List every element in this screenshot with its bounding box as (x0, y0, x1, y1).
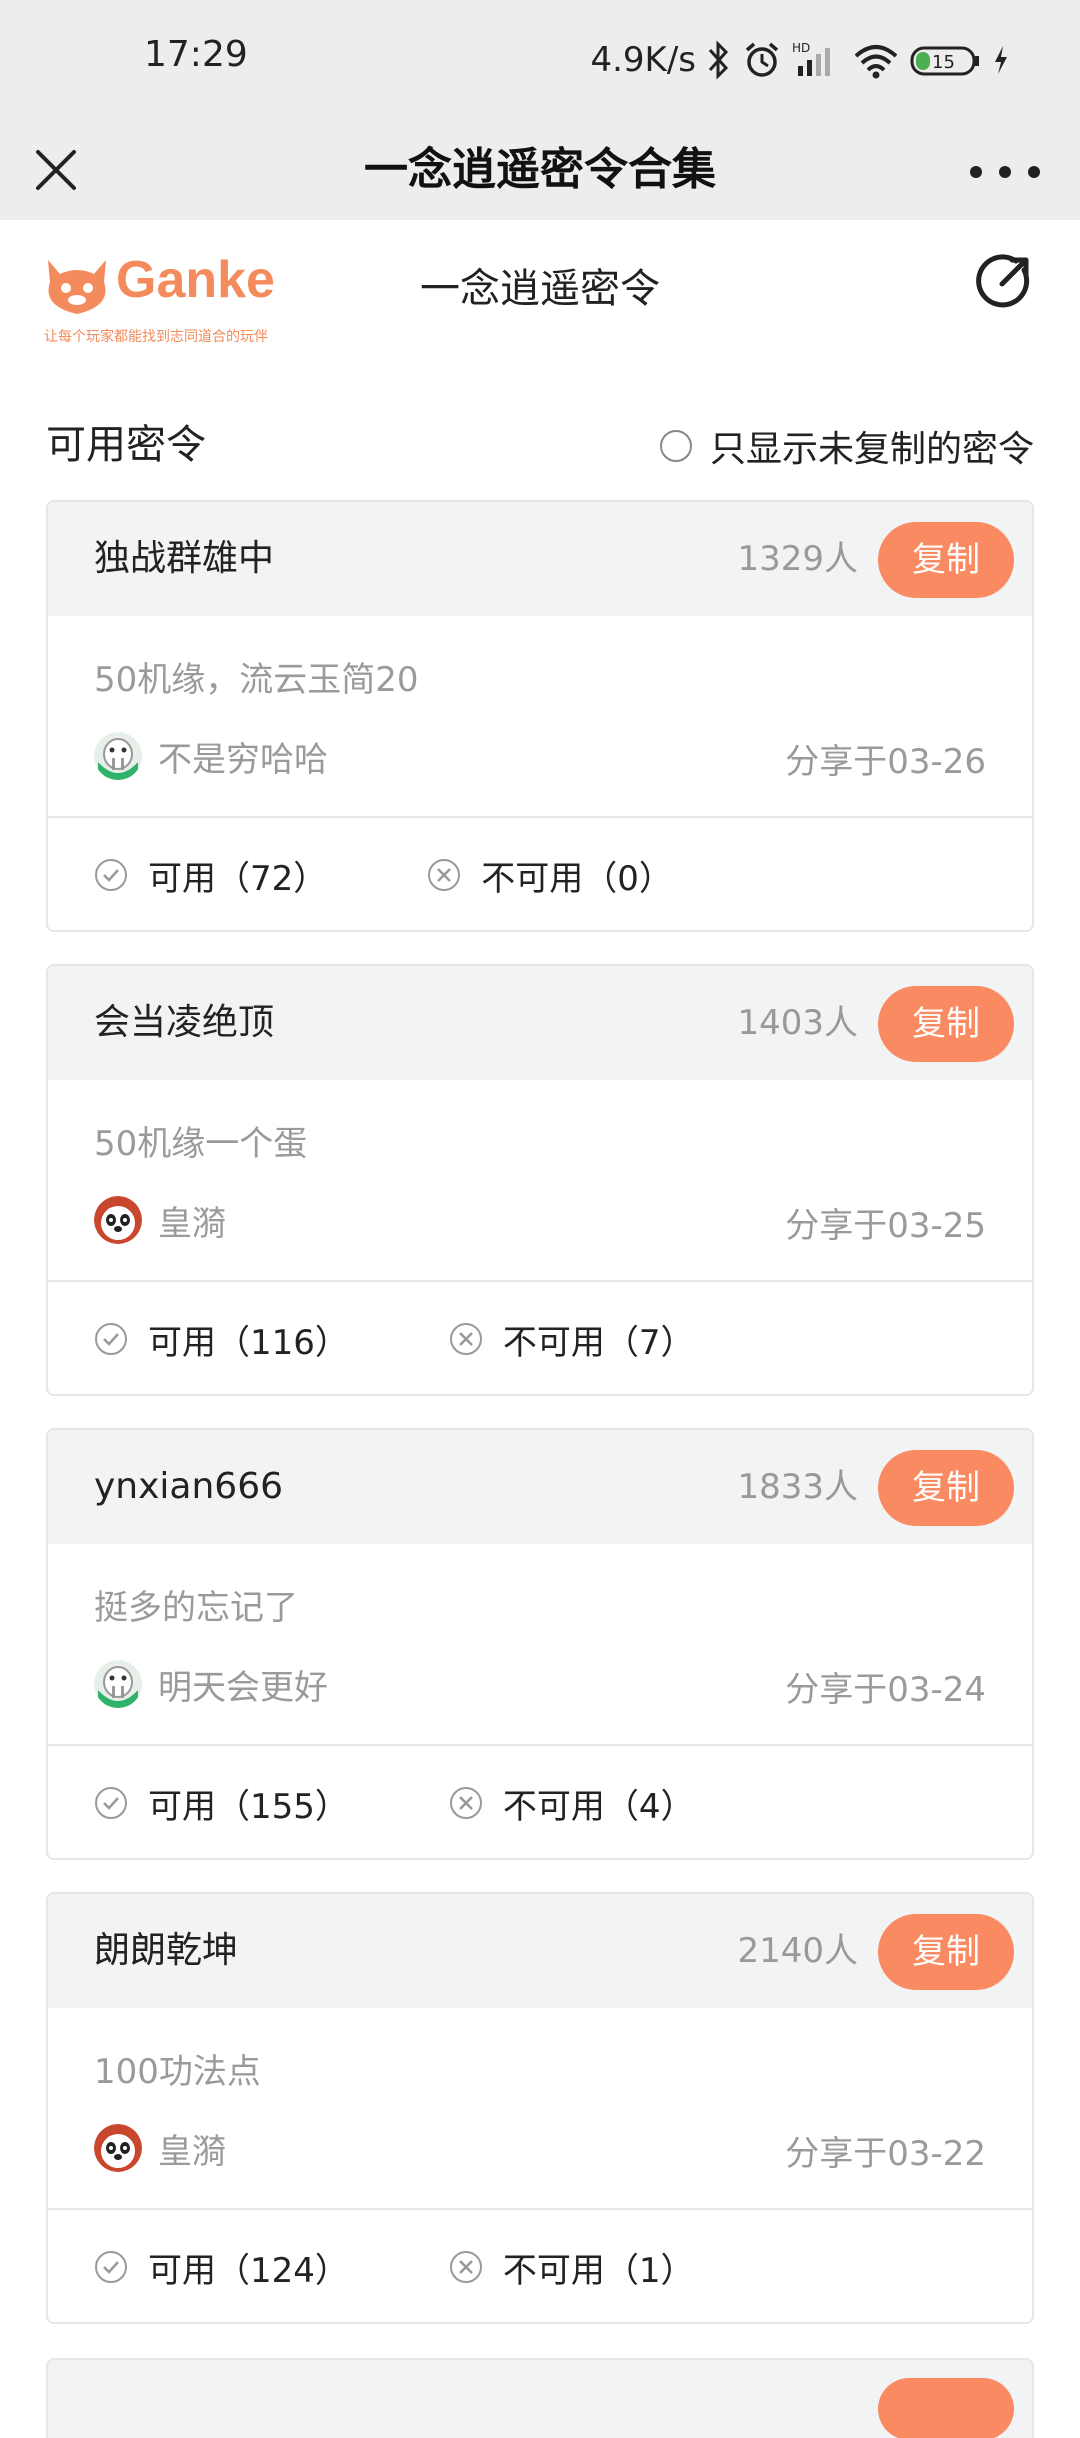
share-date: 分享于03-24 (785, 1670, 986, 1710)
close-button[interactable] (28, 134, 84, 204)
mark-unusable-button[interactable]: 不可用（1） (449, 2243, 695, 2292)
mark-usable-button[interactable]: 可用（155） (94, 1779, 349, 1828)
share-date: 分享于03-25 (785, 1206, 986, 1246)
sharer[interactable]: 皇漪 (94, 2122, 226, 2174)
wifi-icon (854, 45, 898, 79)
logo-slogan: 让每个玩家都能找到志同道合的玩伴 (44, 329, 268, 345)
code-card: ynxian666 1833人 复制挺多的忘记了明天会更好 分享于03-24 可用（15… (46, 1428, 1034, 1860)
window-title: 一念逍遥密令合集 (364, 144, 716, 195)
copy-count: 1833人 (737, 1467, 858, 1507)
mark-usable-button[interactable]: 可用（124） (94, 2243, 349, 2292)
copy-button[interactable]: 复制 (878, 1914, 1014, 1990)
share-icon (976, 254, 1030, 308)
vote-actions: 可用（155） 不可用（4） (94, 1746, 795, 1858)
filter-uncopied-toggle[interactable]: 只显示未复制的密令 (659, 420, 1034, 472)
panda-avatar-icon[interactable] (94, 1196, 142, 1244)
walrus-avatar-icon[interactable] (94, 732, 142, 780)
sharer-name: 明天会更好 (158, 1667, 328, 1708)
sharer-name: 不是穷哈哈 (158, 739, 328, 780)
unusable-label: 不可用（1） (502, 2250, 695, 2291)
sharer-name: 皇漪 (158, 1203, 226, 1244)
x-circle-icon (449, 1787, 482, 1819)
card-header: ynxian666 1833人 复制 (48, 1430, 1032, 1544)
vote-actions: 可用（72） 不可用（0） (94, 818, 773, 930)
code-card: 朗朗乾坤 2140人 复制 100功法点皇漪 分享于03-22 可用（124） 不可用（1） (46, 1892, 1034, 2324)
mark-unusable-button[interactable]: 不可用（7） (449, 1315, 695, 1364)
radio-icon[interactable] (659, 430, 692, 462)
mark-usable-button[interactable]: 可用（116） (94, 1315, 349, 1364)
vote-actions: 可用（124） 不可用（1） (94, 2210, 795, 2322)
bluetooth-icon (708, 40, 729, 80)
sharer[interactable]: 不是穷哈哈 (94, 730, 328, 782)
status-time: 17:29 (144, 34, 248, 75)
x-circle-icon (449, 2251, 482, 2283)
title-bar: 一念逍遥密令合集 (0, 120, 1080, 220)
sharer[interactable]: 皇漪 (94, 1194, 226, 1246)
mark-unusable-button[interactable]: 不可用（4） (449, 1779, 695, 1828)
usable-label: 可用（155） (148, 1786, 349, 1827)
secret-code: 独战群雄中 (94, 538, 275, 579)
check-circle-icon (95, 859, 127, 891)
alarm-icon (745, 42, 779, 77)
copy-count: 2140人 (737, 1931, 858, 1971)
mark-usable-button[interactable]: 可用（72） (94, 851, 327, 900)
share-date: 分享于03-22 (785, 2134, 986, 2174)
page-header: Ganke 让每个玩家都能找到志同道合的玩伴 一念逍遥密令 (0, 220, 1080, 370)
copy-button[interactable]: 复制 (878, 986, 1014, 1062)
card-header: 朗朗乾坤 2140人 复制 (48, 1894, 1032, 2008)
copy-count: 1329人 (737, 539, 858, 579)
more-dot-icon (1028, 166, 1040, 178)
secret-code: 会当凌绝顶 (94, 1002, 275, 1043)
mark-unusable-button[interactable]: 不可用（0） (427, 851, 673, 900)
code-card: 独战群雄中 1329人 复制 50机缘，流云玉简20 不是穷哈哈 分享于03-26 可用（7… (46, 500, 1034, 932)
sharer-name: 皇漪 (158, 2131, 226, 2172)
secret-code: 朗朗乾坤 (94, 1930, 239, 1971)
charging-icon (995, 46, 1007, 74)
check-circle-icon (95, 2251, 127, 2283)
signal-icon: HD (792, 41, 830, 76)
close-icon (36, 150, 76, 190)
share-date: 分享于03-26 (785, 742, 986, 782)
check-circle-icon (95, 1787, 127, 1819)
reward-description: 挺多的忘记了 (94, 1588, 298, 1628)
more-menu-button[interactable] (970, 152, 1040, 192)
sharer[interactable]: 明天会更好 (94, 1658, 328, 1710)
network-speed: 4.9K/s (590, 40, 696, 80)
code-card (46, 2358, 1034, 2438)
more-dot-icon (999, 166, 1011, 178)
code-card: 会当凌绝顶 1403人 复制 50机缘一个蛋皇漪 分享于03-25 可用（116） 不可用（… (46, 964, 1034, 1396)
unusable-label: 不可用（4） (502, 1786, 695, 1827)
check-circle-icon (95, 1323, 127, 1355)
panda-avatar-icon[interactable] (94, 2124, 142, 2172)
usable-label: 可用（124） (148, 2250, 349, 2291)
unusable-label: 不可用（0） (481, 858, 673, 899)
usable-label: 可用（72） (148, 858, 328, 899)
filter-label: 只显示未复制的密令 (709, 429, 1034, 470)
unusable-label: 不可用（7） (502, 1322, 695, 1363)
card-header: 独战群雄中 1329人 复制 (48, 502, 1032, 616)
x-circle-icon (428, 859, 461, 891)
reward-description: 100功法点 (94, 2052, 261, 2092)
reward-description: 50机缘，流云玉简20 (94, 660, 419, 700)
battery-level: 15 (932, 52, 955, 73)
share-button[interactable] (972, 250, 1036, 314)
status-icons: 4.9K/s HD 15 (590, 30, 1010, 90)
battery-icon: 15 (910, 46, 979, 76)
page-title: 一念逍遥密令 (420, 266, 660, 312)
more-dot-icon (970, 166, 982, 178)
secret-code: ynxian666 (94, 1466, 284, 1507)
copy-count: 1403人 (737, 1003, 858, 1043)
usable-label: 可用（116） (148, 1322, 349, 1363)
copy-button[interactable]: 复制 (878, 522, 1014, 598)
vote-actions: 可用（116） 不可用（7） (94, 1282, 795, 1394)
walrus-avatar-icon[interactable] (94, 1660, 142, 1708)
copy-button[interactable]: 复制 (878, 1450, 1014, 1526)
card-header: 会当凌绝顶 1403人 复制 (48, 966, 1032, 1080)
copy-button[interactable] (878, 2378, 1014, 2438)
section-title: 可用密令 (46, 422, 206, 468)
status-bar: 17:29 4.9K/s HD 15 (0, 0, 1080, 120)
reward-description: 50机缘一个蛋 (94, 1124, 308, 1164)
x-circle-icon (449, 1323, 482, 1355)
svg-text:HD: HD (792, 41, 810, 55)
